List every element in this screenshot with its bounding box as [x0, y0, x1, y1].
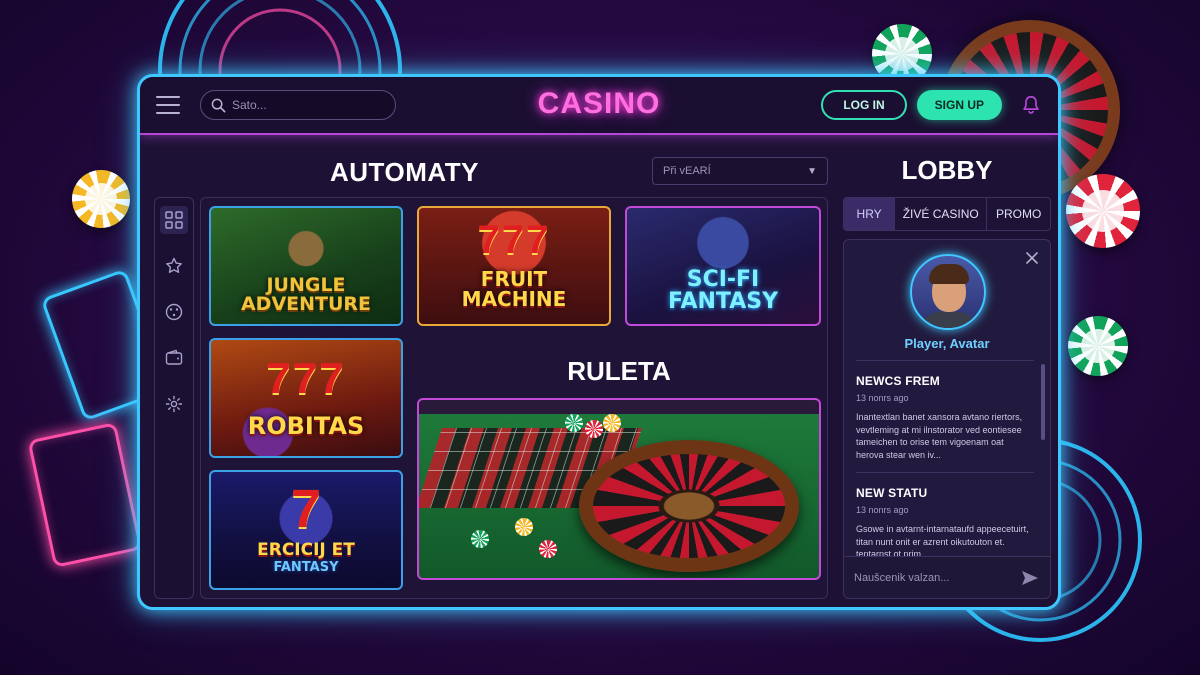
news-title: NEW STATU [856, 486, 928, 500]
tab-live-casino[interactable]: ŽIVÉ CASINO [895, 198, 988, 230]
chip-stack-graphic [565, 414, 583, 432]
roulette-wheel-graphic [579, 440, 799, 572]
top-bar: LOG IN SIGN UP [140, 77, 1058, 135]
game-tile-roulette[interactable] [417, 398, 821, 580]
avatar[interactable] [910, 254, 986, 330]
sort-selected-value: Při vEARÍ [663, 165, 711, 177]
chip-stack-graphic [471, 530, 489, 548]
chip-decoration [1066, 174, 1140, 248]
grid-icon [165, 211, 183, 229]
search-box[interactable] [200, 90, 396, 120]
slots-section-title: AUTOMATY [330, 157, 479, 187]
search-input[interactable] [232, 98, 372, 112]
sort-dropdown[interactable]: Při vEARÍ ▼ [652, 157, 828, 185]
login-button[interactable]: LOG IN [821, 90, 907, 120]
search-icon [211, 98, 226, 112]
bell-icon[interactable] [1020, 94, 1042, 116]
lobby-panel: Player, Avatar NEWCS FREM 13 nonrs ago I… [843, 239, 1051, 599]
chip-stack-graphic [515, 518, 533, 536]
game-tile-fruit-machine[interactable]: 777 FRUIT MACHINE [417, 206, 611, 326]
rail-item-live[interactable] [160, 298, 188, 326]
player-name: Player, Avatar [904, 336, 990, 351]
divider [856, 360, 1034, 361]
news-item[interactable]: NEWCS FREM 13 nonrs ago Inantextlan bane… [856, 374, 1032, 461]
game-title: JUNGLE ADVENTURE [240, 274, 372, 315]
message-input[interactable] [854, 571, 1020, 584]
game-title: FRUIT MACHINE [461, 267, 567, 311]
sevens-graphic: 777 [266, 354, 346, 403]
rail-item-favorites[interactable] [160, 252, 188, 280]
close-icon[interactable] [1024, 250, 1040, 266]
left-nav-rail [154, 197, 194, 599]
gear-icon [165, 395, 183, 413]
news-time: 13 nonrs ago [856, 393, 909, 403]
divider [856, 472, 1034, 473]
news-item[interactable]: NEW STATU 13 nonrs ago Gsowe in avtarnt-… [856, 486, 1032, 561]
tab-hry[interactable]: HRY [844, 198, 896, 230]
message-bar [844, 556, 1050, 598]
sevens-graphic: 7 [290, 479, 322, 539]
auth-actions: LOG IN SIGN UP [821, 90, 1042, 120]
news-title: NEWCS FREM [856, 374, 940, 388]
chip-stack-graphic [585, 420, 603, 438]
chip-decoration [72, 170, 130, 228]
game-title: ROBITAS [247, 412, 365, 440]
chip-decoration [1068, 316, 1128, 376]
roulette-section-title: RULETA [567, 356, 671, 386]
game-tile-sci-fi-fantasy[interactable]: SCI-FI FANTASY [625, 206, 821, 326]
signup-button[interactable]: SIGN UP [916, 90, 1002, 120]
game-title: SCI-FI FANTASY [667, 267, 779, 314]
lobby-tabs: HRY ŽIVÉ CASINO PROMO [843, 197, 1051, 231]
lobby-title: LOBBY [901, 155, 993, 185]
star-icon [166, 257, 182, 273]
games-grid: JUNGLE ADVENTURE 777 FRUIT MACHINE SCI-FI F… [200, 197, 828, 599]
game-title: ERCICIJ ET FANTASY [257, 540, 355, 575]
chip-stack-graphic [539, 540, 557, 558]
send-icon[interactable] [1020, 568, 1040, 588]
game-tile-ercicij-fantasy[interactable]: 7 ERCICIJ ET FANTASY [209, 470, 403, 590]
rail-item-games[interactable] [160, 206, 188, 234]
rail-item-settings[interactable] [160, 390, 188, 418]
game-tile-robitas[interactable]: 777 ROBITAS [209, 338, 403, 458]
neon-card-decoration [27, 422, 143, 568]
rail-item-wallet[interactable] [160, 344, 188, 372]
sevens-graphic: 777 [477, 218, 551, 262]
dice-icon [165, 303, 183, 321]
news-time: 13 nonrs ago [856, 505, 909, 515]
hamburger-icon[interactable] [156, 96, 180, 114]
casino-window: LOG IN SIGN UP CASINO AUTOMATY Při vEARÍ [137, 74, 1061, 610]
game-tile-jungle-adventure[interactable]: JUNGLE ADVENTURE [209, 206, 403, 326]
news-body: Inantextlan banet xansora avtano riertor… [856, 412, 1023, 460]
scrollbar[interactable] [1041, 364, 1045, 440]
tab-promo[interactable]: PROMO [987, 198, 1050, 230]
chevron-down-icon: ▼ [807, 165, 817, 177]
wallet-icon [165, 349, 183, 365]
chip-stack-graphic [603, 414, 621, 432]
